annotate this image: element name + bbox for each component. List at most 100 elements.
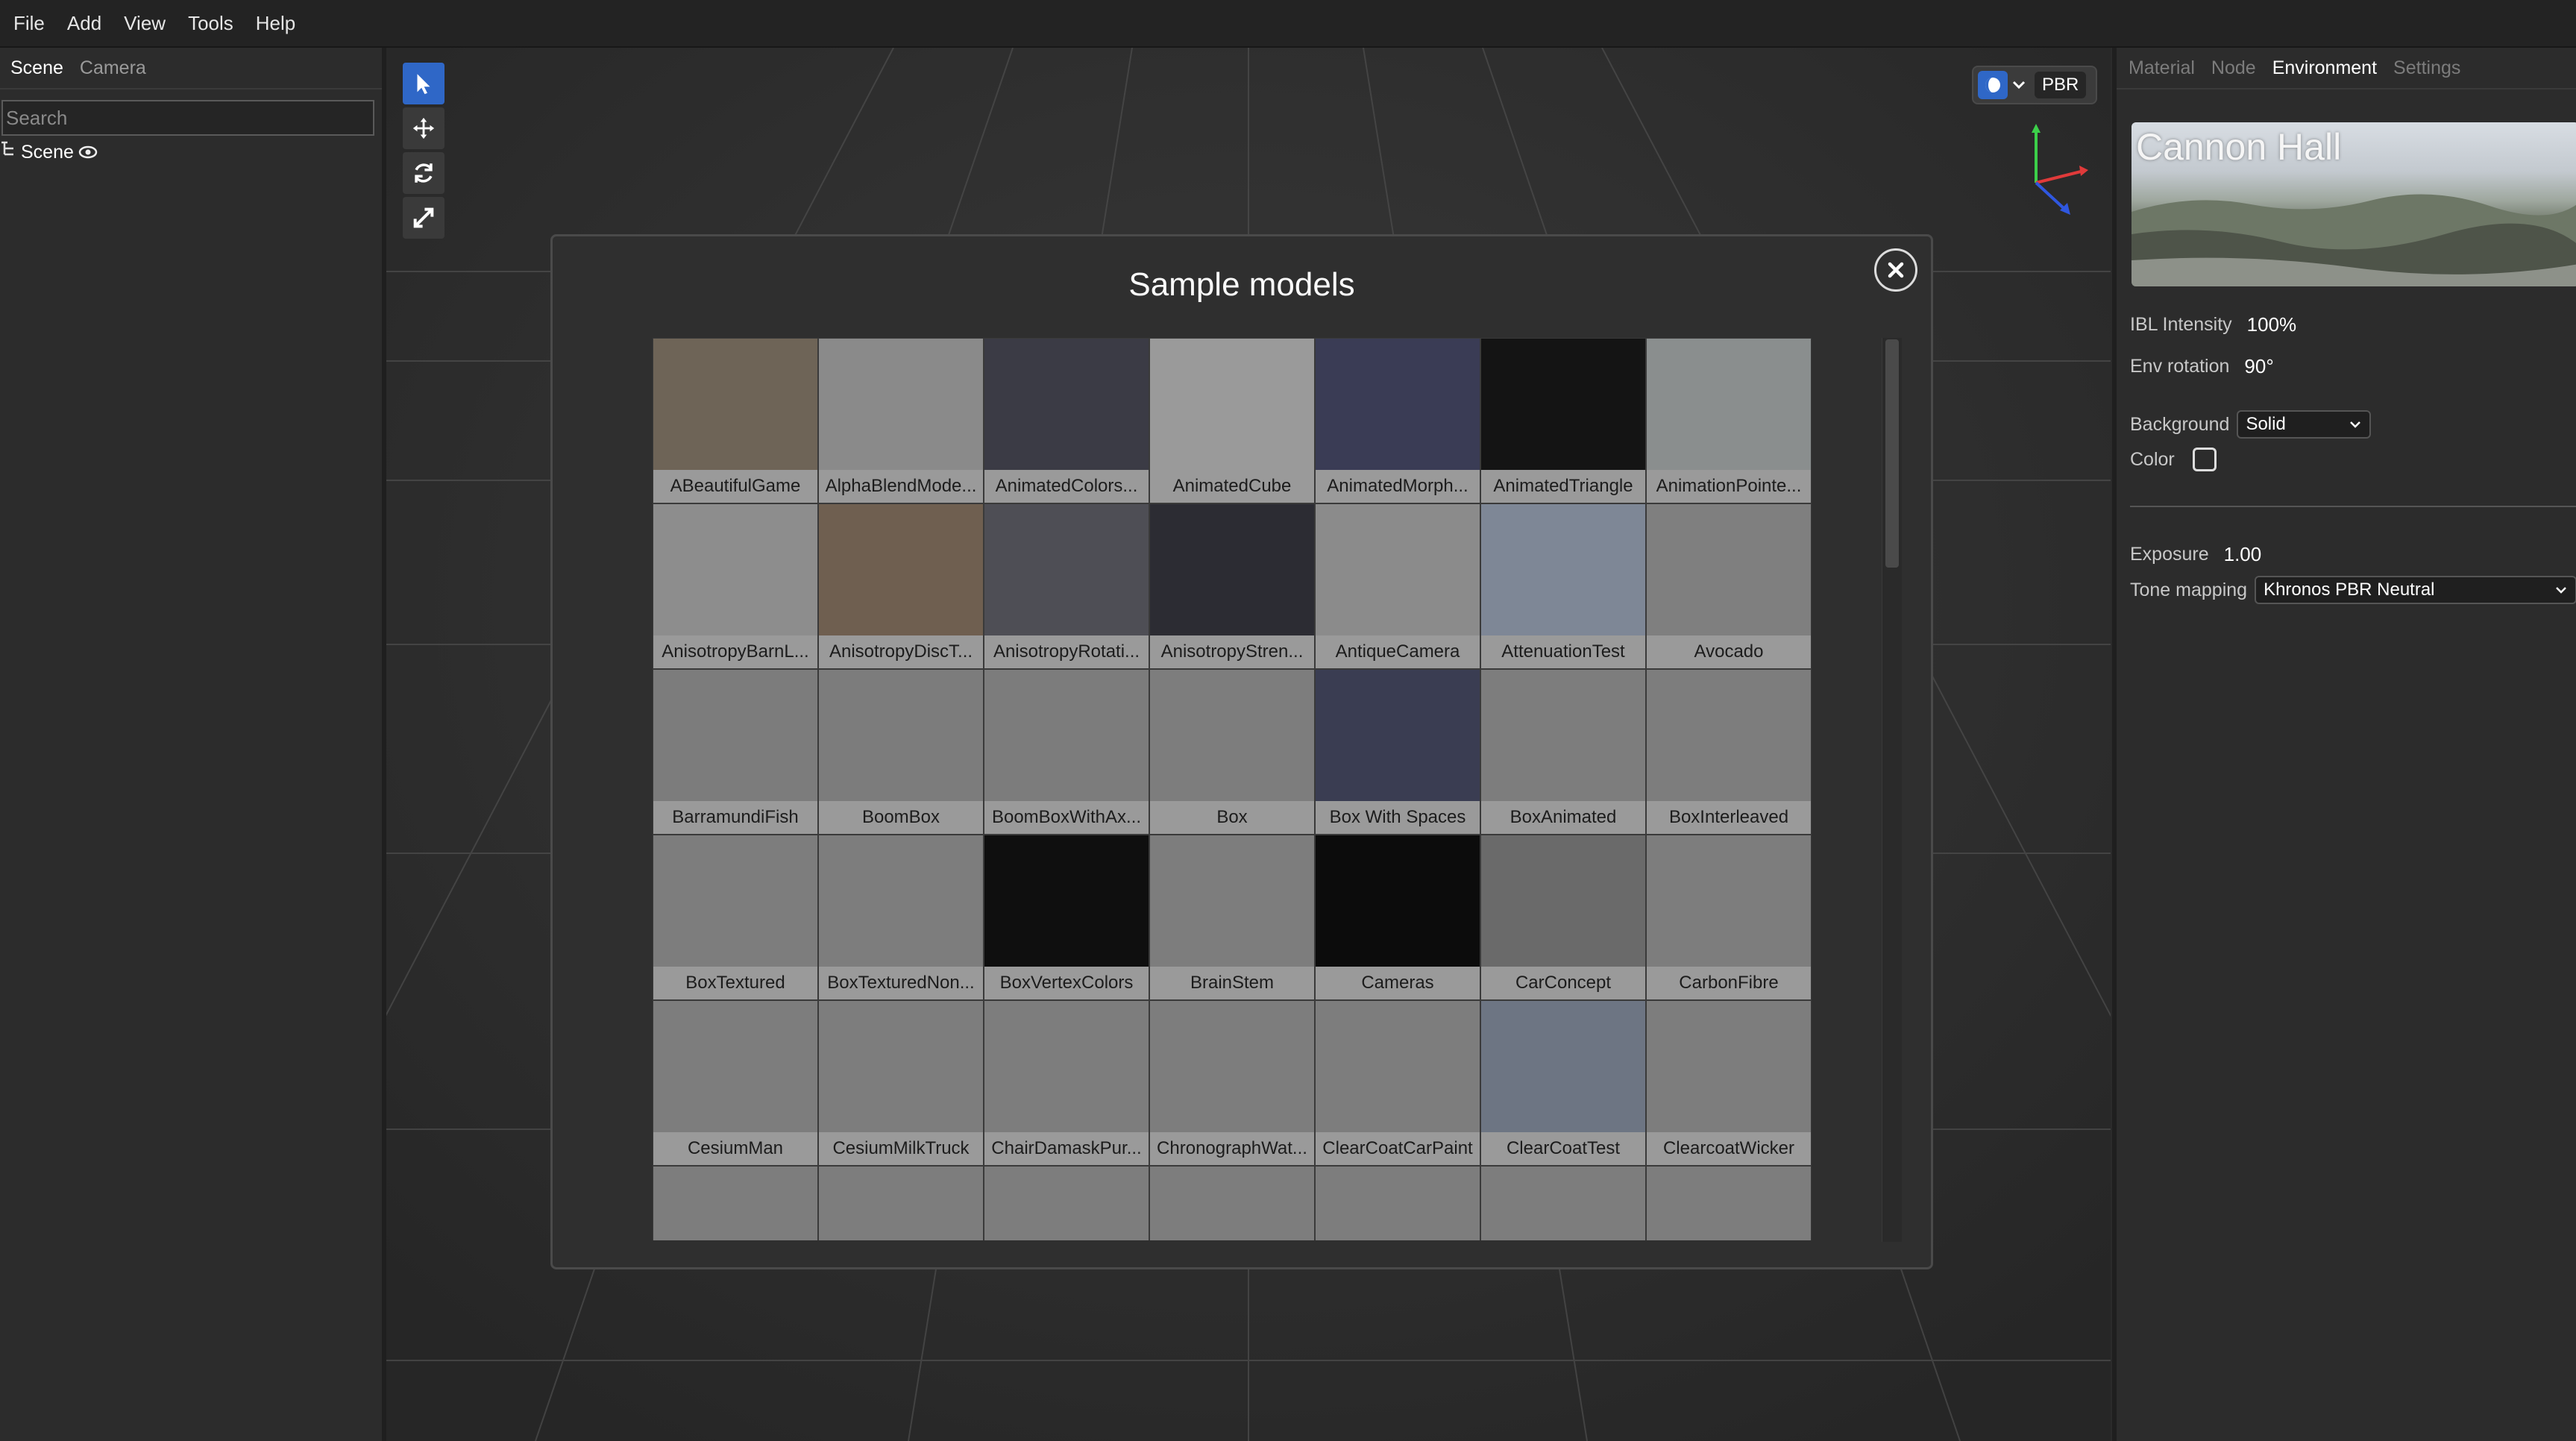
model-tile[interactable]: BrainStem [1149,835,1315,1000]
model-name: BoxAnimated [1481,801,1645,834]
model-tile[interactable] [1480,1166,1646,1240]
model-tile[interactable]: CarConcept [1480,835,1646,1000]
select-tool-button[interactable] [403,63,444,104]
model-thumbnail [653,1001,817,1134]
tab-node[interactable]: Node [2211,57,2256,79]
model-thumbnail [1316,670,1480,803]
menu-view[interactable]: View [124,12,166,35]
model-tile[interactable] [984,1166,1149,1240]
model-tile[interactable]: Avocado [1646,503,1812,669]
model-thumbnail [819,1167,983,1240]
model-tile[interactable]: BoxTexturedNon... [818,835,984,1000]
model-tile[interactable]: AnisotropyBarnL... [653,503,818,669]
eye-icon[interactable] [78,145,98,160]
axis-gizmo[interactable] [2014,119,2096,224]
chevron-down-icon[interactable] [2008,80,2030,90]
scene-tree-root[interactable]: Scene [0,137,98,167]
ibl-intensity-value[interactable]: 100% [2247,313,2297,336]
model-thumbnail [819,835,983,968]
model-tile[interactable]: ChronographWat... [1149,1000,1315,1166]
menu-tools[interactable]: Tools [188,12,233,35]
model-tile[interactable]: ChairDamaskPur... [984,1000,1149,1166]
rotate-tool-button[interactable] [403,152,444,194]
model-thumbnail [1647,835,1811,968]
ibl-intensity-row: IBL Intensity 100% [2130,313,2296,336]
tone-mapping-value: Khronos PBR Neutral [2264,580,2435,600]
model-tile[interactable]: BoomBox [818,669,984,835]
model-tile[interactable]: AnimatedTriangle [1480,338,1646,503]
model-tile[interactable]: BoxVertexColors [984,835,1149,1000]
model-tile[interactable]: ClearCoatTest [1480,1000,1646,1166]
model-tile[interactable] [1646,1166,1812,1240]
model-name: BrainStem [1150,967,1314,999]
model-tile[interactable]: AttenuationTest [1480,503,1646,669]
model-name: ChronographWat... [1150,1132,1314,1165]
model-tile[interactable]: BoxInterleaved [1646,669,1812,835]
environment-preview[interactable]: Cannon Hall [2132,122,2576,286]
model-tile[interactable] [1315,1166,1480,1240]
move-tool-button[interactable] [403,107,444,149]
model-tile[interactable]: AnisotropyDiscT... [818,503,984,669]
model-tile[interactable]: Box [1149,669,1315,835]
tone-mapping-select[interactable]: Khronos PBR Neutral [2255,576,2576,604]
model-tile[interactable]: CesiumMan [653,1000,818,1166]
model-tile[interactable]: AntiqueCamera [1315,503,1480,669]
model-tile[interactable]: CarbonFibre [1646,835,1812,1000]
ibl-intensity-label: IBL Intensity [2130,314,2232,335]
background-label: Background [2130,413,2230,435]
scale-tool-button[interactable] [403,197,444,239]
menu-add[interactable]: Add [67,12,101,35]
tab-camera[interactable]: Camera [80,57,146,79]
scrollbar-thumb[interactable] [1885,339,1899,568]
model-tile[interactable]: BoomBoxWithAx... [984,669,1149,835]
tab-material[interactable]: Material [2129,57,2195,79]
model-tile[interactable]: ClearCoatCarPaint [1315,1000,1480,1166]
model-tile[interactable]: ABeautifulGame [653,338,818,503]
shading-mode-control[interactable]: PBR [1972,66,2097,104]
model-tile[interactable]: CesiumMilkTruck [818,1000,984,1166]
model-tile[interactable]: BoxTextured [653,835,818,1000]
env-rotation-value[interactable]: 90° [2244,355,2273,378]
model-tile[interactable]: AnimatedCube [1149,338,1315,503]
close-button[interactable] [1874,248,1917,292]
model-name: CesiumMilkTruck [819,1132,983,1165]
model-tile[interactable]: BoxAnimated [1480,669,1646,835]
model-tile[interactable]: BarramundiFish [653,669,818,835]
model-thumbnail [1481,339,1645,471]
model-tile[interactable]: AnimationPointe... [1646,338,1812,503]
menu-file[interactable]: File [13,12,45,35]
model-thumbnail [653,1167,817,1240]
tab-environment[interactable]: Environment [2272,57,2377,79]
model-tile[interactable]: Cameras [1315,835,1480,1000]
model-tile[interactable]: AnimatedColors... [984,338,1149,503]
model-thumbnail [819,670,983,803]
scrollbar[interactable] [1882,338,1902,1242]
model-tile[interactable]: AnimatedMorph... [1315,338,1480,503]
shading-sphere-icon[interactable] [1978,71,2008,99]
background-row: Background Solid [2130,410,2372,439]
right-tabs: Material Node Environment Settings [2117,48,2576,90]
background-select[interactable]: Solid [2237,410,2372,439]
menu-bar: File Add View Tools Help [0,0,2576,48]
model-thumbnail [1316,835,1480,968]
model-tile[interactable]: AlphaBlendMode... [818,338,984,503]
tab-settings[interactable]: Settings [2393,57,2460,79]
model-tile[interactable] [818,1166,984,1240]
model-tile[interactable]: AnisotropyStren... [1149,503,1315,669]
tab-scene[interactable]: Scene [10,57,63,79]
model-tile[interactable] [1149,1166,1315,1240]
pbr-mode-label[interactable]: PBR [2035,72,2087,98]
model-tile[interactable] [653,1166,818,1240]
environment-name: Cannon Hall [2136,126,2342,168]
model-tile[interactable]: AnisotropyRotati... [984,503,1149,669]
model-name: BoxInterleaved [1647,801,1811,834]
model-name: AnisotropyDiscT... [819,635,983,668]
search-input[interactable] [1,100,374,136]
color-swatch[interactable] [2192,448,2217,471]
move-icon [412,117,435,139]
menu-help[interactable]: Help [256,12,295,35]
exposure-value[interactable]: 1.00 [2224,543,2262,566]
model-tile[interactable]: Box With Spaces [1315,669,1480,835]
env-rotation-label: Env rotation [2130,356,2230,377]
model-tile[interactable]: ClearcoatWicker [1646,1000,1812,1166]
